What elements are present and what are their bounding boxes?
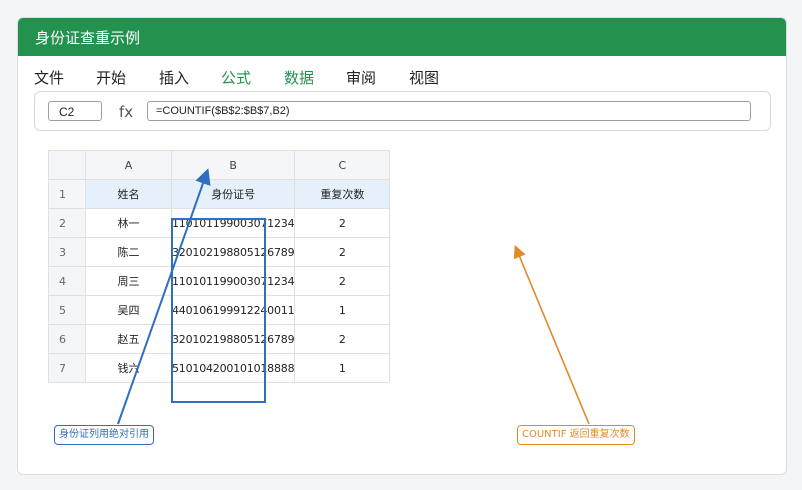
blue-arrow — [117, 168, 211, 425]
callout-countif-result: COUNTIF 返回重复次数 — [517, 425, 635, 445]
callout-absolute-reference: 身份证列用绝对引用 — [54, 425, 154, 445]
orange-arrow — [513, 245, 590, 425]
annotation-arrows — [117, 168, 590, 425]
